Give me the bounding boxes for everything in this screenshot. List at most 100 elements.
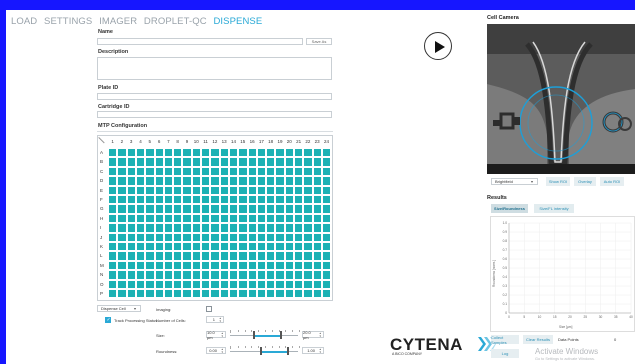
plate-well[interactable]: [239, 205, 247, 213]
plate-well[interactable]: [146, 186, 154, 194]
plate-well[interactable]: [118, 252, 126, 260]
plate-well[interactable]: [164, 271, 173, 279]
plate-well[interactable]: [304, 233, 312, 241]
plate-well[interactable]: [202, 167, 210, 176]
plate-well[interactable]: [267, 261, 275, 270]
plate-well[interactable]: [322, 214, 331, 223]
column-header[interactable]: 19: [276, 139, 284, 144]
plate-well[interactable]: [248, 186, 256, 194]
plate-well[interactable]: [285, 224, 294, 232]
plate-well[interactable]: [211, 196, 219, 204]
plate-well[interactable]: [267, 280, 275, 288]
plate-well[interactable]: [164, 233, 173, 241]
collect-samples-button[interactable]: Collect Samples: [491, 335, 519, 345]
plate-well[interactable]: [202, 214, 210, 223]
plate-well[interactable]: [229, 167, 238, 176]
plate-well[interactable]: [285, 158, 294, 166]
plate-well[interactable]: [183, 224, 191, 232]
plate-well[interactable]: [183, 252, 191, 260]
plate-well[interactable]: [322, 205, 331, 213]
plate-well[interactable]: [109, 186, 117, 194]
plate-well[interactable]: [248, 149, 256, 157]
plate-well[interactable]: [136, 243, 145, 251]
column-header[interactable]: 20: [285, 139, 293, 144]
plate-well[interactable]: [211, 280, 219, 288]
plate-well[interactable]: [304, 280, 312, 288]
plate-well[interactable]: [192, 196, 201, 204]
nav-imager[interactable]: IMAGER: [99, 16, 137, 27]
plate-well[interactable]: [220, 196, 228, 204]
plate-well[interactable]: [211, 177, 219, 185]
plate-well[interactable]: [109, 167, 117, 176]
plate-well[interactable]: [304, 261, 312, 270]
plate-well[interactable]: [267, 149, 275, 157]
plate-well[interactable]: [285, 196, 294, 204]
plate-well[interactable]: [220, 243, 228, 251]
plate-well[interactable]: [313, 167, 321, 176]
plate-well[interactable]: [109, 252, 117, 260]
plate-well[interactable]: [155, 243, 163, 251]
plate-well[interactable]: [127, 205, 135, 213]
row-header[interactable]: C: [100, 169, 103, 174]
plate-well[interactable]: [313, 271, 321, 279]
plate-well[interactable]: [248, 177, 256, 185]
overlay-button[interactable]: Overlay: [574, 177, 596, 186]
plate-well[interactable]: [174, 149, 182, 157]
plate-well[interactable]: [183, 186, 191, 194]
plate-well[interactable]: [239, 290, 247, 298]
plate-well[interactable]: [127, 186, 135, 194]
plate-well[interactable]: [220, 271, 228, 279]
plate-well[interactable]: [109, 280, 117, 288]
plate-well[interactable]: [239, 271, 247, 279]
column-header[interactable]: 1: [109, 139, 117, 144]
plate-well[interactable]: [220, 252, 228, 260]
slider-min-thumb[interactable]: [252, 331, 255, 339]
plate-well[interactable]: [304, 205, 312, 213]
column-header[interactable]: 24: [322, 139, 330, 144]
plate-well[interactable]: [322, 158, 331, 166]
plate-well[interactable]: [239, 261, 247, 270]
plate-well[interactable]: [285, 271, 294, 279]
plate-well[interactable]: [220, 205, 228, 213]
plate-well[interactable]: [192, 233, 201, 241]
plate-well[interactable]: [127, 243, 135, 251]
plate-well[interactable]: [257, 243, 266, 251]
plate-well[interactable]: [229, 205, 238, 213]
plate-well[interactable]: [118, 233, 126, 241]
plate-well[interactable]: [109, 243, 117, 251]
plate-well[interactable]: [239, 196, 247, 204]
plate-well[interactable]: [248, 271, 256, 279]
plate-well[interactable]: [313, 177, 321, 185]
row-header[interactable]: H: [100, 216, 103, 221]
plate-well[interactable]: [118, 167, 126, 176]
plate-well[interactable]: [229, 214, 238, 223]
plate-well[interactable]: [183, 271, 191, 279]
plate-well[interactable]: [229, 271, 238, 279]
plate-well[interactable]: [239, 158, 247, 166]
plate-well[interactable]: [155, 290, 163, 298]
plate-well[interactable]: [127, 280, 135, 288]
plate-well[interactable]: [248, 280, 256, 288]
plate-well[interactable]: [136, 252, 145, 260]
plate-well[interactable]: [127, 233, 135, 241]
plate-well[interactable]: [211, 205, 219, 213]
plate-well[interactable]: [183, 280, 191, 288]
plate-well[interactable]: [295, 149, 303, 157]
plate-well[interactable]: [118, 196, 126, 204]
plate-well[interactable]: [322, 261, 331, 270]
plate-well[interactable]: [239, 280, 247, 288]
plate-well[interactable]: [118, 177, 126, 185]
plate-well[interactable]: [267, 177, 275, 185]
plate-well[interactable]: [164, 214, 173, 223]
plate-well[interactable]: [229, 233, 238, 241]
plate-well[interactable]: [229, 158, 238, 166]
plate-well[interactable]: [127, 158, 135, 166]
plate-well[interactable]: [229, 243, 238, 251]
plate-well[interactable]: [239, 233, 247, 241]
plate-well[interactable]: [202, 243, 210, 251]
plate-well[interactable]: [118, 224, 126, 232]
clear-results-button[interactable]: Clear Results: [523, 335, 553, 344]
plate-well[interactable]: [322, 177, 331, 185]
plate-well[interactable]: [146, 167, 154, 176]
plate-well[interactable]: [211, 158, 219, 166]
